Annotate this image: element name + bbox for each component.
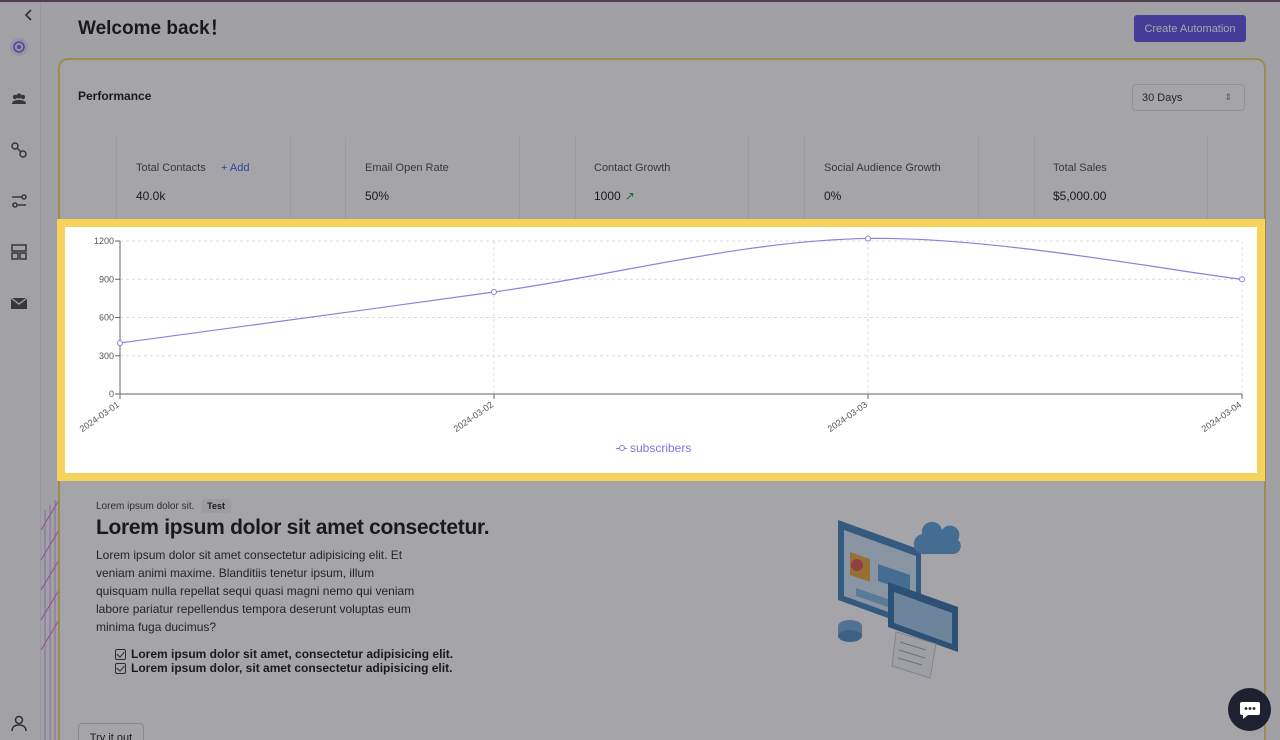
y-tick-label: 0 [109,389,114,399]
x-tick-label: 2024-03-02 [452,399,495,434]
x-tick-label: 2024-03-01 [78,399,121,434]
legend-marker-icon [616,444,627,452]
x-tick-label: 2024-03-03 [826,399,869,434]
series-line-subscribers [119,237,1243,344]
y-tick-label: 600 [99,313,114,323]
y-tick-label: 300 [99,351,114,361]
chart-legend[interactable]: subscribers [616,441,691,455]
data-point [117,340,123,346]
data-point [491,289,497,295]
chat-button[interactable] [1228,688,1271,731]
subscribers-line-chart: 0 300 600 900 1200 2024-03-01 2024-03-02 2024-0… [78,235,1245,434]
data-point [1239,276,1245,283]
y-tick-label: 1200 [94,236,114,246]
legend-label: subscribers [630,441,692,455]
data-point [865,235,871,242]
y-tick-label: 900 [99,274,114,284]
chat-icon [1239,701,1260,719]
x-tick-label: 2024-03-04 [1200,399,1243,434]
